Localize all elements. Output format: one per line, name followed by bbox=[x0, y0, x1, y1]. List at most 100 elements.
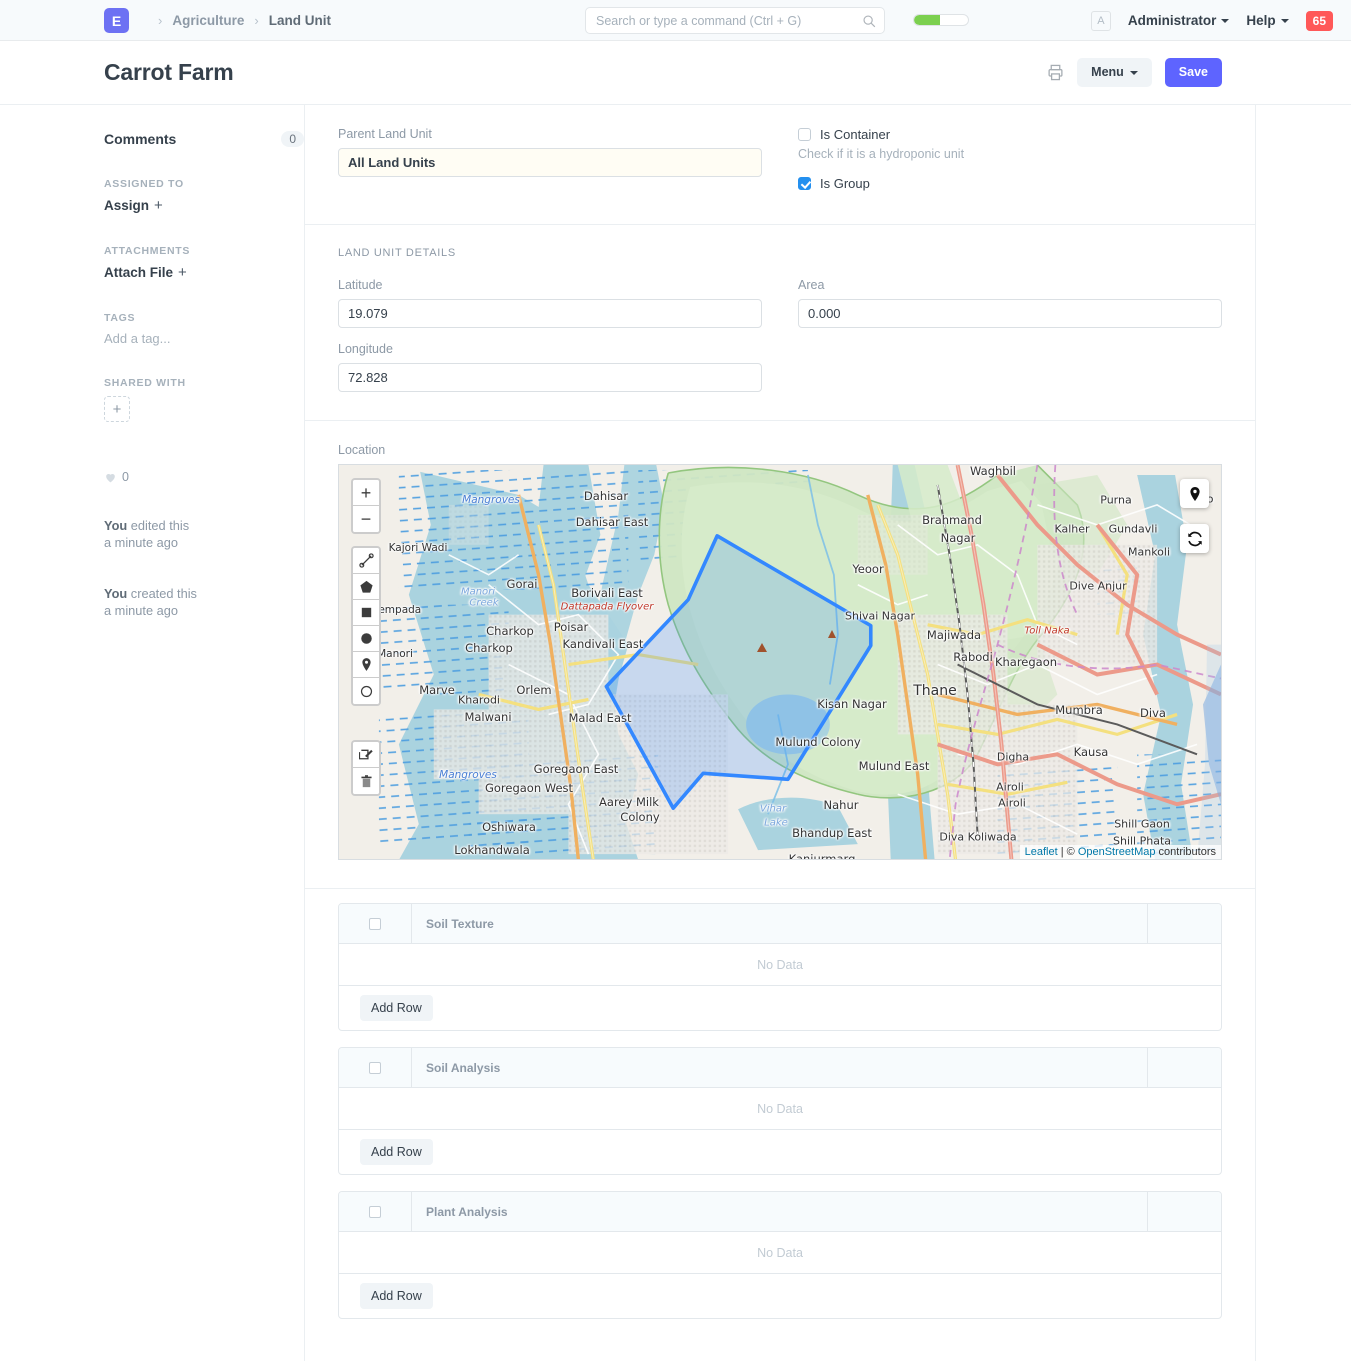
menu-button[interactable]: Menu bbox=[1077, 58, 1152, 87]
draw-circle-icon[interactable] bbox=[353, 626, 379, 652]
save-button[interactable]: Save bbox=[1165, 58, 1222, 87]
edit-layers-icon[interactable] bbox=[353, 742, 379, 768]
add-row-button[interactable]: Add Row bbox=[360, 995, 433, 1021]
sidebar-comments[interactable]: Comments 0 bbox=[104, 131, 304, 147]
timeline-action: edited this bbox=[127, 518, 189, 533]
map-draw-toolbar[interactable] bbox=[351, 546, 381, 706]
tags-label: TAGS bbox=[104, 312, 304, 324]
area-label: Area bbox=[798, 278, 1222, 292]
draw-polygon-icon[interactable] bbox=[353, 574, 379, 600]
area-input[interactable] bbox=[798, 299, 1222, 328]
map-zoom-controls[interactable]: + − bbox=[351, 478, 381, 534]
add-row-button[interactable]: Add Row bbox=[360, 1283, 433, 1309]
longitude-input[interactable] bbox=[338, 363, 762, 392]
notification-badge[interactable]: 65 bbox=[1306, 11, 1333, 31]
field-is-container[interactable]: Is Container bbox=[798, 127, 1222, 142]
select-all-cell[interactable] bbox=[339, 1048, 412, 1087]
zoom-in-button[interactable]: + bbox=[353, 480, 379, 506]
attach-file-label: Attach File bbox=[104, 265, 173, 280]
is-container-label: Is Container bbox=[820, 127, 890, 142]
peak-marker-icon bbox=[828, 630, 836, 638]
grid-soil-texture: Soil Texture No Data Add Row bbox=[338, 903, 1222, 1031]
map-edit-toolbar[interactable] bbox=[351, 740, 381, 796]
assign-label: Assign bbox=[104, 198, 149, 213]
sidebar-assigned-to: ASSIGNED TO Assign + bbox=[104, 178, 304, 214]
user-menu[interactable]: Administrator bbox=[1128, 13, 1230, 28]
is-container-checkbox[interactable] bbox=[798, 128, 811, 141]
breadcrumb-item-agriculture[interactable]: Agriculture bbox=[172, 13, 244, 28]
timeline-actor: You bbox=[104, 518, 127, 533]
draw-circlemarker-icon[interactable] bbox=[353, 678, 379, 704]
draw-polyline-icon[interactable] bbox=[353, 548, 379, 574]
search-icon bbox=[862, 14, 876, 28]
like-control[interactable]: 0 bbox=[104, 470, 304, 484]
comments-label: Comments bbox=[104, 131, 176, 147]
navbar: E › Agriculture › Land Unit A Administra… bbox=[0, 0, 1351, 41]
setup-progress-bar[interactable] bbox=[913, 14, 969, 26]
draw-rectangle-icon[interactable] bbox=[353, 600, 379, 626]
assign-button[interactable]: Assign + bbox=[104, 197, 163, 214]
add-tag-input[interactable]: Add a tag... bbox=[104, 331, 304, 346]
section-parent: Parent Land Unit Is Container Check if i… bbox=[305, 105, 1255, 225]
app-logo[interactable]: E bbox=[104, 8, 129, 33]
timeline-time: a minute ago bbox=[104, 602, 304, 619]
is-container-help: Check if it is a hydroponic unit bbox=[798, 147, 1222, 161]
grid-plant-analysis: Plant Analysis No Data Add Row bbox=[338, 1191, 1222, 1319]
select-all-cell[interactable] bbox=[339, 1192, 412, 1231]
timeline-action: created this bbox=[127, 586, 197, 601]
field-area: Area bbox=[798, 278, 1222, 328]
section-location: Location bbox=[305, 421, 1255, 889]
grid-header-row: Soil Analysis bbox=[339, 1048, 1221, 1088]
field-is-group[interactable]: Is Group bbox=[798, 176, 1222, 191]
grid-header-row: Plant Analysis bbox=[339, 1192, 1221, 1232]
chevron-down-icon bbox=[1130, 71, 1138, 75]
latitude-label: Latitude bbox=[338, 278, 762, 292]
grid-header-tail bbox=[1148, 904, 1221, 943]
attach-file-button[interactable]: Attach File + bbox=[104, 264, 187, 281]
locate-marker-icon[interactable] bbox=[1180, 479, 1209, 508]
grid-column-title: Plant Analysis bbox=[412, 1192, 1148, 1231]
location-map[interactable]: WaghbilDahisarMangrovesPurnaDapoDahisar … bbox=[338, 464, 1222, 860]
add-share-button[interactable]: + bbox=[104, 396, 130, 422]
user-menu-label: Administrator bbox=[1128, 13, 1217, 28]
menu-button-label: Menu bbox=[1091, 66, 1124, 79]
parent-land-unit-input[interactable] bbox=[338, 148, 762, 177]
grid-empty-state: No Data bbox=[339, 1088, 1221, 1130]
section-land-unit-details: LAND UNIT DETAILS Latitude Longitude Are… bbox=[305, 225, 1255, 421]
map-refresh-control[interactable] bbox=[1180, 524, 1209, 553]
chevron-down-icon bbox=[1281, 19, 1289, 23]
refresh-icon[interactable] bbox=[1180, 524, 1209, 553]
select-all-cell[interactable] bbox=[339, 904, 412, 943]
select-all-checkbox[interactable] bbox=[369, 1062, 381, 1074]
avatar: A bbox=[1091, 11, 1111, 31]
add-row-button[interactable]: Add Row bbox=[360, 1139, 433, 1165]
timeline-time: a minute ago bbox=[104, 534, 304, 551]
select-all-checkbox[interactable] bbox=[369, 918, 381, 930]
timeline-item: You created this a minute ago bbox=[104, 585, 304, 620]
printer-icon[interactable] bbox=[1047, 64, 1064, 81]
select-all-checkbox[interactable] bbox=[369, 1206, 381, 1218]
breadcrumb: › Agriculture › Land Unit bbox=[148, 13, 331, 28]
field-parent-land-unit: Parent Land Unit bbox=[338, 127, 762, 196]
zoom-out-button[interactable]: − bbox=[353, 506, 379, 532]
land-unit-details-title: LAND UNIT DETAILS bbox=[338, 247, 1222, 259]
breadcrumb-item-land-unit[interactable]: Land Unit bbox=[269, 13, 331, 28]
latitude-input[interactable] bbox=[338, 299, 762, 328]
assigned-to-label: ASSIGNED TO bbox=[104, 178, 304, 190]
is-group-checkbox[interactable] bbox=[798, 177, 811, 190]
search-input[interactable] bbox=[594, 13, 862, 29]
shared-with-label: SHARED WITH bbox=[104, 377, 304, 389]
help-menu[interactable]: Help bbox=[1246, 13, 1288, 28]
grid-column-title: Soil Texture bbox=[412, 904, 1148, 943]
draw-marker-icon[interactable] bbox=[353, 652, 379, 678]
field-latitude: Latitude bbox=[338, 278, 762, 328]
navbar-right-actions: A Administrator Help 65 bbox=[1091, 0, 1333, 41]
grid-footer: Add Row bbox=[339, 986, 1221, 1030]
global-search[interactable] bbox=[585, 7, 885, 34]
map-locate-control[interactable] bbox=[1180, 479, 1209, 508]
leaflet-link[interactable]: Leaflet bbox=[1025, 846, 1058, 858]
page-body: Comments 0 ASSIGNED TO Assign + ATTACHME… bbox=[0, 105, 1351, 1361]
osm-link[interactable]: OpenStreetMap bbox=[1078, 846, 1156, 858]
delete-layers-icon[interactable] bbox=[353, 768, 379, 794]
grid-footer: Add Row bbox=[339, 1130, 1221, 1174]
